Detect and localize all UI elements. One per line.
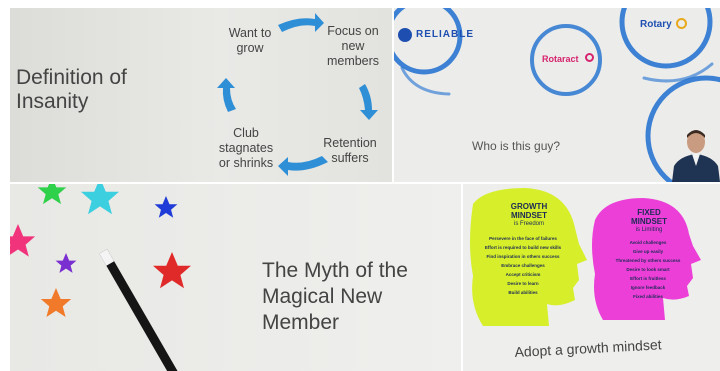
star-icon <box>37 184 67 205</box>
fixed-item: Ignore feedback <box>630 285 666 290</box>
growth-item: Embrace challenges <box>501 263 545 268</box>
star-icon <box>154 196 178 218</box>
growth-item: Build abilities <box>508 290 538 295</box>
fixed-item: Avoid challenges <box>629 240 667 245</box>
slide-caption: Who is this guy? <box>472 139 561 153</box>
rotaract-wheel-icon <box>585 53 594 62</box>
growth-list: Persevere in the face of failures Effort… <box>473 234 573 297</box>
cycle-arrows <box>217 13 378 176</box>
fixed-title: MINDSET <box>631 217 667 226</box>
fixed-item: Threatened by others success <box>615 258 681 263</box>
star-icon <box>10 224 36 257</box>
title-line: Magical New <box>262 285 383 308</box>
growth-item: Persevere in the face of failures <box>489 236 557 241</box>
slide-myth-of-magical-new-member: The Myth of the Magical New Member <box>10 184 461 371</box>
title-line: The Myth of the <box>262 259 408 282</box>
star-icon <box>40 288 72 317</box>
arrow-left-icon <box>278 156 328 176</box>
globe-icon <box>398 28 412 42</box>
growth-title: MINDSET <box>511 211 547 220</box>
star-icon <box>153 252 191 289</box>
logo-rotary: Rotary <box>640 19 672 30</box>
growth-subtitle: is Freedom <box>513 221 544 227</box>
slide-adopt-growth-mindset: GROWTH MINDSET is Freedom Persevere in t… <box>463 184 720 371</box>
fixed-title: FIXED <box>637 208 661 217</box>
slide-who-is-this-guy: RELIABLE Rotaract Rotary Who is this guy… <box>394 8 720 182</box>
growth-title: GROWTH <box>510 202 548 211</box>
slide-title: The Myth of the Magical New Member <box>262 258 408 336</box>
fixed-item: Effort is fruitless <box>630 276 666 281</box>
slide-definition-of-insanity: Definition of Insanity Want to grow Focu… <box>10 8 392 182</box>
growth-item: Find inspiration in others success <box>486 254 560 259</box>
growth-item: Accept criticism <box>505 272 541 277</box>
ring-shape <box>619 8 713 69</box>
growth-mindset-block: GROWTH MINDSET is Freedom <box>483 202 575 229</box>
fixed-item: Desire to look smart <box>626 267 670 272</box>
logo-rotaract: Rotaract <box>542 54 579 64</box>
fixed-list: Avoid challenges Give up easily Threaten… <box>603 238 693 301</box>
logo-reliable: RELIABLE <box>416 29 474 40</box>
fixed-subtitle: is Limiting <box>635 227 663 233</box>
growth-item: Effort is required to build new skills <box>484 245 562 250</box>
arrow-up-icon <box>217 78 236 112</box>
star-icon <box>81 184 119 215</box>
arrow-down-icon <box>359 84 378 120</box>
star-icon <box>55 253 77 273</box>
title-line: Member <box>262 311 340 334</box>
fixed-mindset-block: FIXED MINDSET is Limiting <box>605 208 693 235</box>
fixed-item: Fixed abilities <box>633 294 663 299</box>
person-photo <box>672 130 720 182</box>
rotary-wheel-icon <box>676 18 687 29</box>
fixed-item: Give up easily <box>632 249 664 254</box>
arrow-right-icon <box>278 13 324 32</box>
growth-item: Desire to learn <box>507 281 539 286</box>
